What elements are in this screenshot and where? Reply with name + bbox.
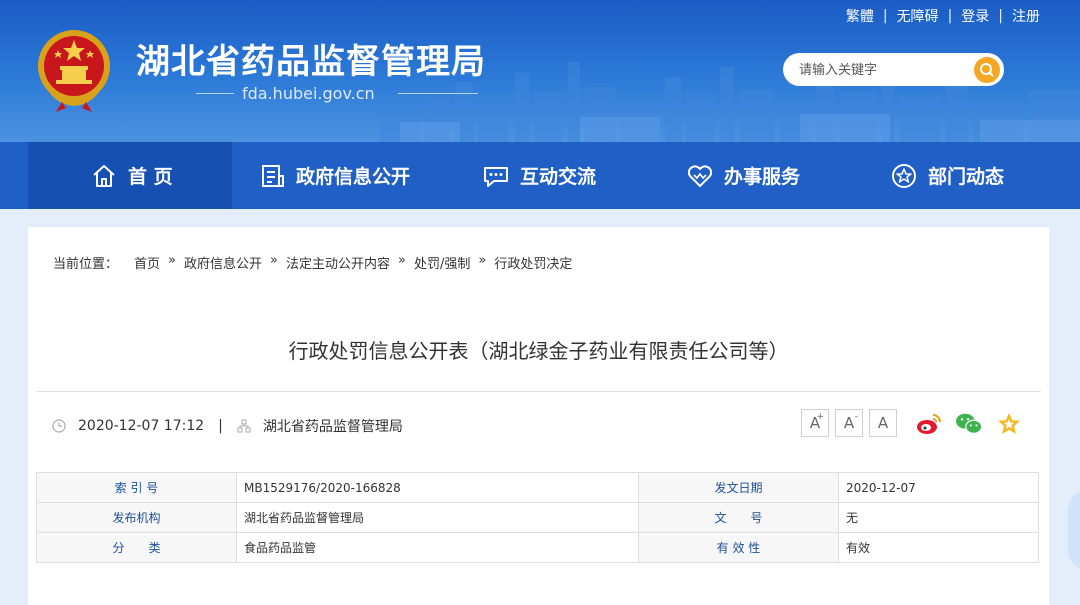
weibo-icon <box>917 414 941 434</box>
nav-item-gov-info[interactable]: 政府信息公开 <box>258 142 410 209</box>
font-button-label: A <box>877 414 889 432</box>
breadcrumb-statutory-content[interactable]: 法定主动公开内容 <box>286 253 390 272</box>
publisher-value: 湖北省药品监督管理局 <box>236 502 639 533</box>
site-header: 湖北省药品监督管理局 fda.hubei.gov.cn 繁體 | 无障碍 | 登… <box>0 0 1080 142</box>
table-row: 分 类 食品药品监管 有 效 性 有效 <box>36 532 1039 563</box>
star-icon <box>998 413 1020 434</box>
breadcrumb-separator: » <box>270 253 278 268</box>
nav-item-services[interactable]: 办事服务 <box>686 142 800 209</box>
nav-label: 首 页 <box>128 166 173 188</box>
toplink-separator: | <box>998 8 1003 24</box>
weibo-share-button[interactable] <box>915 410 943 438</box>
content-panel: 当前位置： 首页 » 政府信息公开 » 法定主动公开内容 » 处罚/强制 » 行… <box>28 227 1049 605</box>
breadcrumb-separator: » <box>168 253 176 268</box>
site-domain: fda.hubei.gov.cn <box>242 84 375 103</box>
issue-date-label: 发文日期 <box>638 472 839 503</box>
document-icon <box>258 162 286 190</box>
breadcrumb-separator: » <box>398 253 406 268</box>
chat-icon <box>482 162 510 190</box>
login-link[interactable]: 登录 <box>961 6 989 26</box>
font-plus-mark: + <box>816 412 824 422</box>
category-value: 食品药品监管 <box>236 532 639 563</box>
nav-item-department-news[interactable]: 部门动态 <box>890 142 1004 209</box>
search-button[interactable] <box>974 57 1000 83</box>
register-link[interactable]: 注册 <box>1012 6 1040 26</box>
search-input[interactable] <box>799 60 969 80</box>
font-reset-button[interactable]: A <box>869 409 897 437</box>
nav-item-interaction[interactable]: 互动交流 <box>482 142 596 209</box>
publisher-label: 发布机构 <box>36 502 237 533</box>
article-meta: 2020-12-07 17:12 | 湖北省药品监督管理局 <box>52 416 403 436</box>
breadcrumb-prefix: 当前位置： <box>53 257 119 272</box>
font-size-controls: A + A- A <box>801 409 897 437</box>
breadcrumb-gov-info[interactable]: 政府信息公开 <box>184 253 262 272</box>
nav-label: 政府信息公开 <box>296 166 411 188</box>
search-icon <box>980 63 994 77</box>
validity-value: 有效 <box>838 532 1039 563</box>
site-title: 湖北省药品监督管理局 <box>136 42 486 82</box>
share-buttons <box>915 410 1023 438</box>
document-number-value: 无 <box>838 502 1039 533</box>
breadcrumb-separator: » <box>478 253 487 268</box>
meta-separator: | <box>218 418 223 434</box>
index-number-value: MB1529176/2020-166828 <box>236 472 639 503</box>
search-box <box>783 53 1004 86</box>
favorite-button[interactable] <box>995 410 1023 438</box>
national-emblem-logo <box>38 30 110 112</box>
category-label: 分 类 <box>36 532 237 563</box>
main-nav: 首 页 政府信息公开 互动交流 办事服务 部门动态 <box>0 142 1080 209</box>
breadcrumb-penalty-decision[interactable]: 行政处罚决定 <box>494 253 572 272</box>
clock-icon <box>52 419 66 433</box>
wechat-icon <box>955 413 983 434</box>
issue-date-value: 2020-12-07 <box>838 472 1039 503</box>
top-links: 繁體 | 无障碍 | 登录 | 注册 <box>846 6 1040 26</box>
table-row: 索 引 号 MB1529176/2020-166828 发文日期 2020-12… <box>36 472 1039 503</box>
nav-label: 互动交流 <box>520 166 597 188</box>
domain-right-line <box>398 93 478 94</box>
heart-icon <box>686 162 714 190</box>
article-source: 湖北省药品监督管理局 <box>262 419 403 435</box>
title-divider <box>36 391 1041 392</box>
nav-label: 办事服务 <box>724 166 801 188</box>
font-increase-button[interactable]: A + <box>801 409 829 437</box>
font-minus-mark: - <box>854 412 858 422</box>
traditional-chinese-link[interactable]: 繁體 <box>846 6 874 26</box>
info-table: 索 引 号 MB1529176/2020-166828 发文日期 2020-12… <box>36 472 1039 563</box>
font-decrease-button[interactable]: A- <box>835 409 863 437</box>
publish-datetime: 2020-12-07 17:12 <box>78 418 205 434</box>
index-number-label: 索 引 号 <box>36 472 237 503</box>
wechat-share-button[interactable] <box>955 410 983 438</box>
home-icon <box>90 162 118 190</box>
font-button-label: A <box>843 414 855 432</box>
breadcrumb: 当前位置： 首页 » 政府信息公开 » 法定主动公开内容 » 处罚/强制 » 行… <box>53 253 572 272</box>
nav-label: 部门动态 <box>928 166 1005 188</box>
table-row: 发布机构 湖北省药品监督管理局 文 号 无 <box>36 502 1039 533</box>
accessibility-link[interactable]: 无障碍 <box>897 6 939 26</box>
star-icon <box>890 162 918 190</box>
breadcrumb-penalty[interactable]: 处罚/强制 <box>414 253 470 272</box>
breadcrumb-home[interactable]: 首页 <box>134 253 160 272</box>
document-number-label: 文 号 <box>638 502 839 533</box>
nav-item-home[interactable]: 首 页 <box>28 142 232 209</box>
toplink-separator: | <box>882 8 888 24</box>
toplink-separator: | <box>947 8 953 24</box>
side-decoration <box>1068 490 1080 570</box>
article-title: 行政处罚信息公开表（湖北绿金子药业有限责任公司等） <box>288 339 789 363</box>
domain-left-line <box>196 93 234 94</box>
validity-label: 有 效 性 <box>638 532 839 563</box>
organization-icon <box>237 419 251 433</box>
